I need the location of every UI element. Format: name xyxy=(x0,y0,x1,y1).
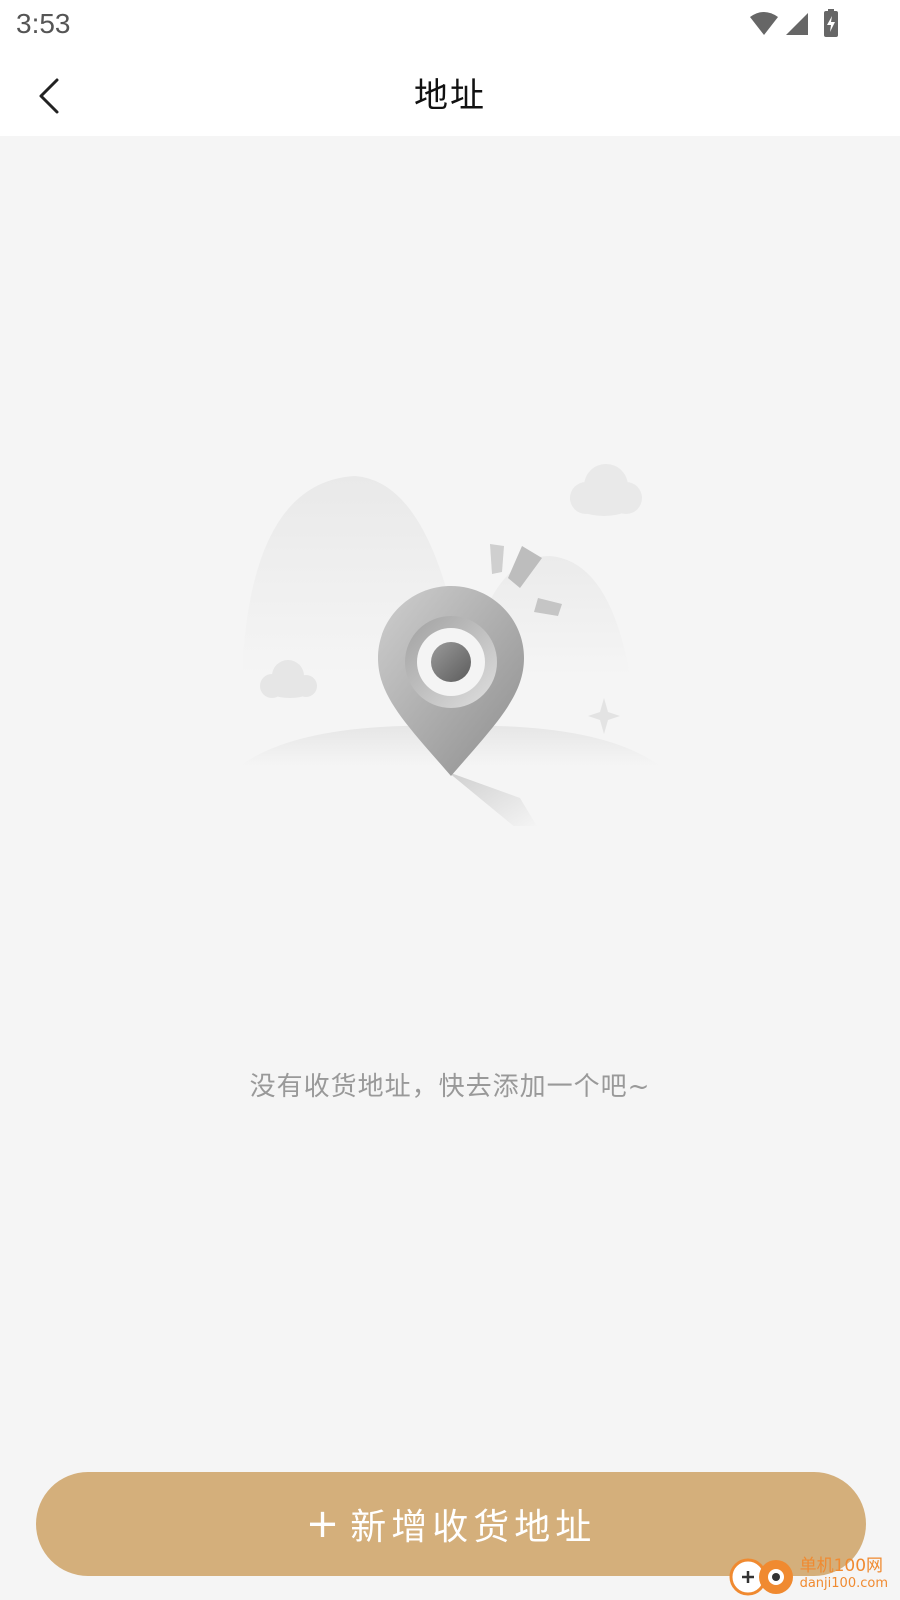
watermark-cn: 单机100网 xyxy=(799,1556,884,1576)
watermark-logo xyxy=(729,1558,793,1596)
main-content: 没有收货地址，快去添加一个吧~ xyxy=(0,136,900,1600)
cellular-signal-icon xyxy=(786,13,808,35)
watermark: 单机100网 danji100.com xyxy=(728,1552,888,1598)
wifi-icon xyxy=(750,12,778,35)
empty-address-illustration xyxy=(220,426,680,828)
nav-bar: 地址 xyxy=(0,50,900,136)
sparkle-icon xyxy=(588,698,620,734)
battery-charging-icon xyxy=(824,9,838,37)
pin-shadow xyxy=(448,772,538,828)
pin-dot xyxy=(431,642,471,682)
status-icons xyxy=(750,9,846,39)
shine-mark xyxy=(490,544,504,574)
cloud-icon xyxy=(570,464,642,516)
status-bar: 3:53 xyxy=(0,0,900,50)
status-time: 3:53 xyxy=(16,8,71,39)
empty-state-message: 没有收货地址，快去添加一个吧~ xyxy=(249,1072,651,1102)
watermark-en: danji100.com xyxy=(799,1576,888,1591)
plus-icon: + xyxy=(305,1501,345,1547)
add-address-label: 新增收货地址 xyxy=(350,1507,597,1548)
page-title: 地址 xyxy=(414,76,486,116)
